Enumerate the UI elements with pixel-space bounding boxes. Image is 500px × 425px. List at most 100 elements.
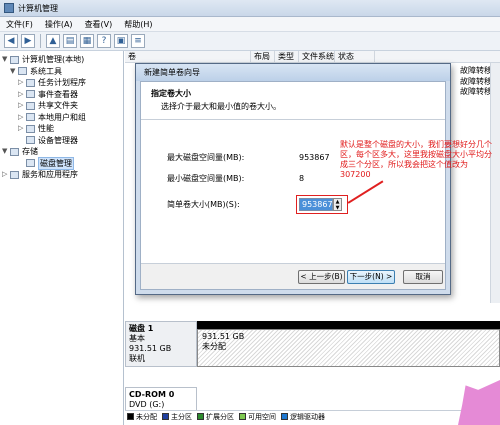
column-header-filesystem[interactable]: 文件系统 [299, 51, 335, 62]
computer-management-icon [4, 3, 14, 13]
tree-item-task-scheduler[interactable]: ▷ 任务计划程序 [0, 77, 123, 89]
column-header-layout[interactable]: 布局 [251, 51, 275, 62]
legend-label: 扩展分区 [206, 412, 234, 421]
expander-icon[interactable]: ▷ [18, 123, 26, 135]
tree-item-label: 设备管理器 [38, 135, 78, 145]
menu-action[interactable]: 操作(A) [45, 19, 73, 30]
dialog-content: 指定卷大小 选择介于最大和最小值的卷大小。 最大磁盘空间量(MB): 95386… [140, 81, 446, 290]
min-space-value: 8 [299, 174, 305, 183]
menu-file[interactable]: 文件(F) [6, 19, 33, 30]
up-folder-icon[interactable]: ▲ [46, 34, 60, 48]
dialog-heading: 指定卷大小 [151, 89, 191, 98]
cdrom-row: CD-ROM 0 DVD (G:) [125, 387, 500, 411]
computer-icon [10, 55, 19, 64]
window-title: 计算机管理 [18, 3, 58, 13]
column-header-volume[interactable]: 卷 [125, 51, 251, 62]
expander-icon[interactable]: ▼ [10, 66, 18, 78]
legend-swatch [197, 413, 204, 420]
expander-icon[interactable]: ▷ [18, 100, 26, 112]
show-tree-icon[interactable]: ▤ [63, 34, 77, 48]
status-text: 故障转移 [460, 87, 492, 96]
clock-icon [26, 78, 35, 87]
disk-row: 磁盘 1 基本 931.51 GB 联机 931.51 GB 未分配 [125, 321, 500, 367]
services-icon [10, 170, 19, 179]
expander-icon[interactable]: ▷ [18, 89, 26, 101]
tree-item-disk-management[interactable]: 磁盘管理 [0, 156, 123, 170]
tree-item-shared-folders[interactable]: ▷ 共享文件夹 [0, 100, 123, 112]
menu-bar: 文件(F) 操作(A) 查看(V) 帮助(H) [0, 17, 500, 32]
tree-item-label: 计算机管理(本地) [22, 55, 85, 64]
next-button[interactable]: 下一步(N) > [347, 270, 395, 284]
tree-item-label: 系统工具 [30, 66, 62, 76]
legend-label: 逻辑驱动器 [290, 412, 325, 421]
storage-icon [10, 147, 19, 156]
vertical-scrollbar[interactable] [490, 63, 500, 303]
back-arrow-icon[interactable]: ◀ [4, 34, 18, 48]
legend-swatch [162, 413, 169, 420]
tree-item-event-viewer[interactable]: ▷ 事件查看器 [0, 89, 123, 101]
max-space-value: 953867 [299, 153, 330, 162]
tree-item-system-tools[interactable]: ▼ 系统工具 [0, 66, 123, 78]
tree-item-local-users[interactable]: ▷ 本地用户和组 [0, 112, 123, 124]
performance-icon [26, 124, 35, 133]
tree-item-label: 性能 [38, 124, 54, 133]
legend-item: 逻辑驱动器 [281, 412, 325, 422]
disk-label[interactable]: 磁盘 1 基本 931.51 GB 联机 [125, 321, 197, 367]
partition-header-bar [197, 321, 500, 329]
properties-icon[interactable]: ▦ [80, 34, 94, 48]
tree-item-device-manager[interactable]: 设备管理器 [0, 135, 123, 147]
forward-arrow-icon[interactable]: ▶ [21, 34, 35, 48]
dialog-subheading: 选择介于最大和最小值的卷大小。 [161, 102, 281, 111]
disk-icon [26, 159, 35, 168]
expander-icon[interactable]: ▷ [2, 169, 10, 181]
menu-view[interactable]: 查看(V) [85, 19, 113, 30]
toolbar-separator [40, 34, 41, 48]
expander-icon[interactable]: ▼ [2, 146, 10, 158]
highlight-box [296, 195, 348, 214]
expander-icon[interactable]: ▷ [18, 77, 26, 89]
back-button[interactable]: < 上一步(B) [298, 270, 345, 284]
list-view-icon[interactable]: ≡ [131, 34, 145, 48]
shared-folder-icon [26, 101, 35, 110]
tree-item-label: 磁盘管理 [38, 156, 74, 170]
device-manager-icon [26, 136, 35, 145]
dialog-footer: < 上一步(B) 下一步(N) > 取消 [141, 263, 445, 289]
dialog-titlebar: 新建简单卷向导 [136, 64, 450, 81]
disk-status: 联机 [129, 354, 145, 363]
cdrom-drive: DVD (G:) [129, 400, 165, 409]
tree-item-computer-management[interactable]: ▼ 计算机管理(本地) [0, 54, 123, 66]
help-icon[interactable]: ? [97, 34, 111, 48]
legend-item: 未分配 [127, 412, 157, 422]
menu-help[interactable]: 帮助(H) [124, 19, 152, 30]
legend: 未分配 主分区 扩展分区 可用空间 逻辑驱动器 [125, 410, 500, 422]
tree-item-label: 共享文件夹 [38, 101, 78, 110]
annotation-arrow [347, 180, 384, 204]
event-viewer-icon [26, 90, 35, 99]
expander-icon[interactable]: ▷ [18, 112, 26, 124]
column-header-status[interactable]: 状态 [335, 51, 375, 62]
unallocated-partition[interactable]: 931.51 GB 未分配 [197, 321, 500, 367]
disk-size: 931.51 GB [129, 344, 172, 353]
tools-icon [18, 67, 27, 76]
dialog-header: 指定卷大小 选择介于最大和最小值的卷大小。 [141, 82, 445, 120]
legend-item: 扩展分区 [197, 412, 234, 422]
tree-item-label: 事件查看器 [38, 89, 78, 99]
disk-title: 磁盘 1 [129, 324, 154, 333]
tree-item-label: 存储 [22, 147, 38, 156]
dialog-title: 新建简单卷向导 [144, 68, 200, 77]
expander-icon[interactable]: ▼ [2, 54, 10, 66]
tree-item-label: 本地用户和组 [38, 112, 86, 122]
partition-body: 931.51 GB 未分配 [197, 329, 500, 367]
status-text: 故障转移 [460, 76, 492, 86]
tree-item-services-apps[interactable]: ▷ 服务和应用程序 [0, 169, 123, 181]
volume-status-list: 故障转移 故障转移 故障转移 [460, 66, 492, 98]
cancel-button[interactable]: 取消 [403, 270, 443, 284]
settings-icon[interactable]: ▣ [114, 34, 128, 48]
toolbar: ◀ ▶ ▲ ▤ ▦ ? ▣ ≡ [0, 32, 500, 51]
tree-item-performance[interactable]: ▷ 性能 [0, 123, 123, 135]
cdrom-label[interactable]: CD-ROM 0 DVD (G:) [125, 387, 197, 411]
column-header-type[interactable]: 类型 [275, 51, 299, 62]
legend-item: 可用空间 [239, 412, 276, 422]
users-icon [26, 113, 35, 122]
volume-list-header: 卷 布局 类型 文件系统 状态 [125, 51, 500, 63]
